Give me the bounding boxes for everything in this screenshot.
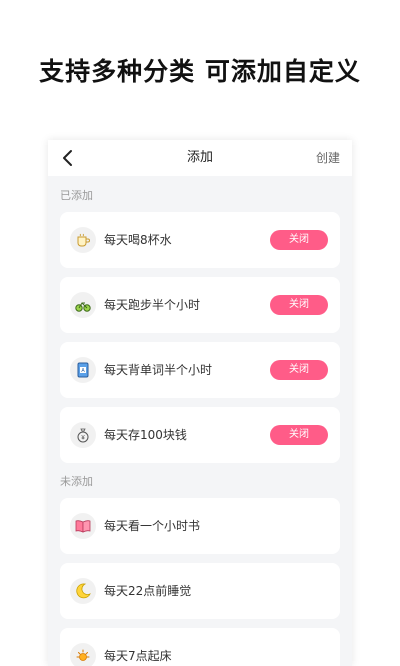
habit-card-added: A 每天背单词半个小时 关闭 — [60, 342, 340, 398]
promo-headline: 支持多种分类 可添加自定义 — [39, 57, 361, 86]
money-bag-icon: ¥ — [77, 428, 89, 443]
habit-card-added: 每天跑步半个小时 关闭 — [60, 277, 340, 333]
disable-habit-button[interactable]: 关闭 — [270, 360, 328, 380]
habit-label: 每天7点起床 — [104, 649, 172, 663]
vocabulary-book-icon: A — [77, 362, 89, 378]
habit-card-not-added[interactable]: 每天22点前睡觉 — [60, 563, 340, 619]
habit-label: 每天跑步半个小时 — [104, 298, 201, 312]
disable-habit-button[interactable]: 关闭 — [270, 425, 328, 445]
open-book-icon — [75, 520, 91, 533]
habit-card-added: ¥ 每天存100块钱 关闭 — [60, 407, 340, 463]
bicycle-icon — [75, 302, 91, 312]
habit-card-not-added[interactable]: 每天看一个小时书 — [60, 498, 340, 554]
icon-badge: ¥ — [70, 422, 96, 448]
nav-bar: 添加 创建 — [48, 140, 352, 176]
icon-badge — [70, 513, 96, 539]
icon-badge — [70, 643, 96, 666]
habit-label: 每天看一个小时书 — [104, 519, 201, 533]
habit-card-not-added[interactable]: 每天7点起床 — [60, 628, 340, 666]
disable-habit-button[interactable]: 关闭 — [270, 230, 328, 250]
added-section-label: 已添加 — [60, 189, 93, 202]
page-title: 添加 — [186, 150, 213, 165]
create-button[interactable]: 创建 — [316, 140, 340, 176]
moon-icon — [76, 583, 91, 599]
cup-icon — [77, 233, 90, 247]
icon-badge — [70, 578, 96, 604]
habit-card-added: 每天喝8杯水 关闭 — [60, 212, 340, 268]
habit-label: 每天喝8杯水 — [104, 233, 172, 247]
habit-label: 每天22点前睡觉 — [104, 584, 192, 598]
habit-label: 每天存100块钱 — [104, 428, 187, 442]
habit-label: 每天背单词半个小时 — [104, 363, 213, 377]
icon-badge — [70, 227, 96, 253]
app-screen: 添加 创建 已添加 每天喝8杯水 关闭 每天跑步半个小时 关闭 A 每天背单词半… — [48, 140, 352, 666]
icon-badge — [70, 292, 96, 318]
icon-badge: A — [70, 357, 96, 383]
not-added-section-label: 未添加 — [60, 475, 93, 488]
disable-habit-button[interactable]: 关闭 — [270, 295, 328, 315]
sun-icon — [76, 649, 90, 661]
